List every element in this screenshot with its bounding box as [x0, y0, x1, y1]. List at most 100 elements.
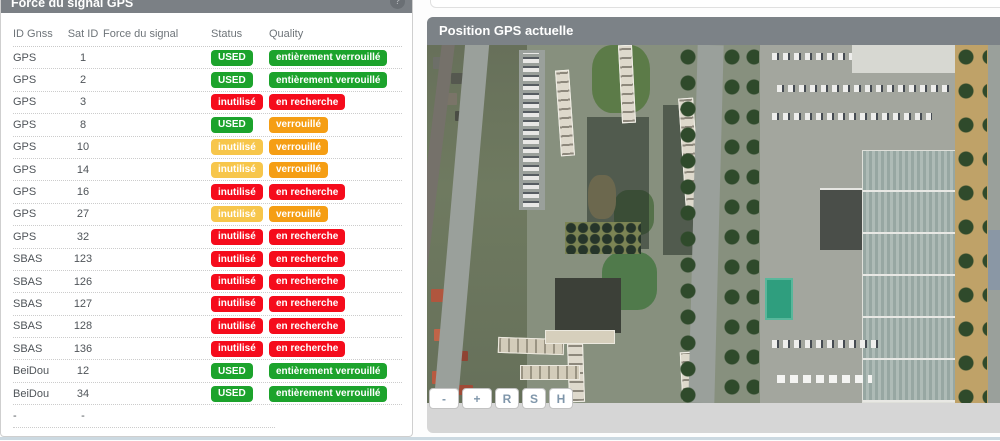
help-icon[interactable]: ?	[390, 0, 405, 9]
gnss-id-cell: SBAS	[13, 343, 63, 355]
quality-badge: en recherche	[269, 341, 345, 357]
signal-panel-title: Force du signal GPS	[11, 0, 133, 10]
status-badge: inutilisé	[211, 229, 263, 245]
quality-badge: entièrement verrouillé	[269, 386, 387, 402]
status-badge: inutilisé	[211, 296, 263, 312]
satellite-table-body: GPS 1 USED entièrement verrouillé GPS 2 …	[13, 47, 402, 428]
quality-badge: entièrement verrouillé	[269, 72, 387, 88]
satellite-table-header: ID Gnss Sat ID Force du signal Status Qu…	[13, 28, 402, 47]
table-row: GPS 27 inutilisé verrouillé	[13, 204, 402, 226]
sat-id-cell: 2	[63, 74, 103, 86]
status-badge: USED	[211, 72, 253, 88]
status-badge: inutilisé	[211, 162, 263, 178]
gnss-id-cell: GPS	[13, 74, 63, 86]
reset-button[interactable]: R	[495, 388, 519, 409]
sat-id-cell: 3	[63, 96, 103, 108]
col-strength: Force du signal	[103, 28, 211, 40]
sat-id-cell: 10	[63, 141, 103, 153]
table-row: GPS 8 USED verrouillé	[13, 114, 402, 136]
status-badge: inutilisé	[211, 94, 263, 110]
sat-id-cell: 127	[63, 298, 103, 310]
sat-id-cell: 34	[63, 388, 103, 400]
quality-badge: entièrement verrouillé	[269, 50, 387, 66]
quality-badge: verrouillé	[269, 162, 328, 178]
signal-panel-header: Force du signal GPS ?	[1, 0, 412, 13]
status-badge: inutilisé	[211, 251, 263, 267]
gnss-id-cell: GPS	[13, 141, 63, 153]
status-badge: inutilisé	[211, 274, 263, 290]
table-row: SBAS 128 inutilisé en recherche	[13, 316, 402, 338]
table-row: BeiDou 12 USED entièrement verrouillé	[13, 360, 402, 382]
sat-id-cell: 136	[63, 343, 103, 355]
sat-id-cell: 126	[63, 276, 103, 288]
sat-id-cell: 27	[63, 208, 103, 220]
gnss-id-cell: GPS	[13, 52, 63, 64]
table-row: GPS 3 inutilisé en recherche	[13, 92, 402, 114]
quality-badge: en recherche	[269, 296, 345, 312]
satellite-button[interactable]: S	[522, 388, 546, 409]
status-badge: inutilisé	[211, 139, 263, 155]
home-button[interactable]: H	[549, 388, 573, 409]
map-panel-header: Position GPS actuelle	[427, 17, 1000, 45]
quality-badge: en recherche	[269, 94, 345, 110]
quality-badge: en recherche	[269, 251, 345, 267]
quality-badge: verrouillé	[269, 206, 328, 222]
sat-id-cell: -	[63, 410, 103, 422]
gnss-id-cell: SBAS	[13, 298, 63, 310]
table-row: SBAS 127 inutilisé en recherche	[13, 293, 402, 315]
sat-id-cell: 8	[63, 119, 103, 131]
col-quality: Quality	[269, 28, 402, 40]
quality-badge: en recherche	[269, 274, 345, 290]
gnss-id-cell: GPS	[13, 208, 63, 220]
map-warehouses	[862, 150, 958, 403]
status-badge: inutilisé	[211, 318, 263, 334]
sat-id-cell: 1	[63, 52, 103, 64]
map-layer-buildings	[555, 70, 575, 157]
satellite-map[interactable]	[427, 45, 1000, 403]
sat-id-cell: 32	[63, 231, 103, 243]
signal-strength-panel: Force du signal GPS ? ID Gnss Sat ID For…	[0, 0, 413, 437]
table-row: BeiDou 34 USED entièrement verrouillé	[13, 383, 402, 405]
quality-badge: verrouillé	[269, 117, 328, 133]
panel-above-bottom-edge	[430, 0, 1000, 8]
status-badge: inutilisé	[211, 341, 263, 357]
table-row: GPS 10 inutilisé verrouillé	[13, 137, 402, 159]
status-badge: USED	[211, 117, 253, 133]
sat-id-cell: 12	[63, 365, 103, 377]
gnss-id-cell: GPS	[13, 119, 63, 131]
table-row: - -	[13, 405, 402, 427]
zoom-in-button[interactable]: +	[462, 388, 492, 409]
bottom-divider	[0, 437, 1000, 440]
gnss-id-cell: BeiDou	[13, 365, 63, 377]
gnss-id-cell: GPS	[13, 186, 63, 198]
gnss-id-cell: SBAS	[13, 253, 63, 265]
gnss-id-cell: SBAS	[13, 320, 63, 332]
table-row: GPS 16 inutilisé en recherche	[13, 181, 402, 203]
status-badge: USED	[211, 50, 253, 66]
gnss-id-cell: -	[13, 410, 63, 422]
quality-badge: en recherche	[269, 318, 345, 334]
quality-badge: en recherche	[269, 184, 345, 200]
col-id-gnss: ID Gnss	[13, 28, 63, 40]
sat-id-cell: 14	[63, 164, 103, 176]
table-row: SBAS 123 inutilisé en recherche	[13, 249, 402, 271]
table-row: GPS 1 USED entièrement verrouillé	[13, 47, 402, 69]
status-badge: USED	[211, 386, 253, 402]
gnss-id-cell: GPS	[13, 164, 63, 176]
sat-id-cell: 128	[63, 320, 103, 332]
gps-position-panel: Position GPS actuelle	[427, 17, 1000, 433]
quality-badge: entièrement verrouillé	[269, 363, 387, 379]
map-layer-trees	[679, 45, 697, 403]
table-row: GPS 32 inutilisé en recherche	[13, 226, 402, 248]
map-honeycomb-trees	[565, 222, 641, 254]
gnss-id-cell: GPS	[13, 96, 63, 108]
gnss-id-cell: BeiDou	[13, 388, 63, 400]
table-row: GPS 14 inutilisé verrouillé	[13, 159, 402, 181]
status-badge: inutilisé	[211, 184, 263, 200]
zoom-out-button[interactable]: -	[429, 388, 459, 409]
quality-badge: verrouillé	[269, 139, 328, 155]
status-badge: USED	[211, 363, 253, 379]
gnss-id-cell: GPS	[13, 231, 63, 243]
satellite-table: ID Gnss Sat ID Force du signal Status Qu…	[1, 28, 412, 428]
sat-id-cell: 123	[63, 253, 103, 265]
